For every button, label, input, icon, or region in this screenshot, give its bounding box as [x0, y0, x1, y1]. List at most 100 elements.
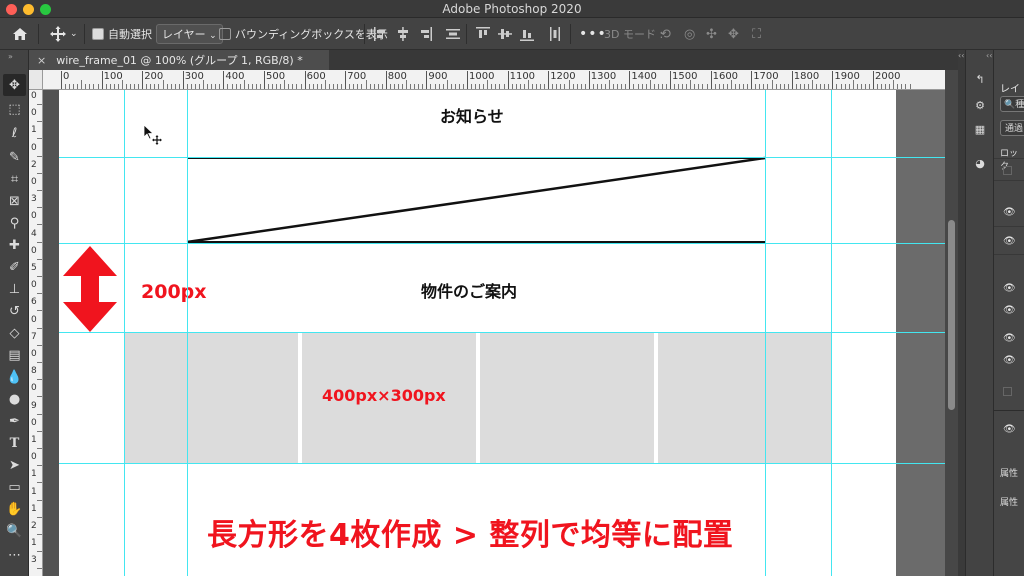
guide-horizontal[interactable] [59, 157, 945, 158]
ruler-minor-tick [690, 80, 692, 89]
card-placeholder-4[interactable] [658, 333, 832, 463]
document-tab[interactable]: × wire_frame_01 @ 100% (グループ 1, RGB/8) * [29, 50, 329, 70]
align-top-edges-icon[interactable] [476, 27, 490, 41]
distribute-vertical-icon[interactable] [446, 27, 460, 41]
ruler-label: 1600 [712, 71, 739, 82]
frame-tool-icon[interactable]: ⊠ [3, 190, 26, 212]
distribute-horizontal-icon[interactable] [548, 27, 562, 41]
layer-filter-search[interactable]: 🔍種 [1000, 96, 1024, 112]
more-options-icon[interactable]: ••• [579, 18, 607, 50]
align-bottom-edges-icon[interactable] [520, 27, 534, 41]
auto-select-checkbox[interactable]: 自動選択 : [92, 18, 159, 50]
close-tab-icon[interactable]: × [37, 54, 46, 67]
ruler-minor-tick [584, 84, 586, 89]
ruler-major-tick [223, 71, 225, 89]
ruler-minor-tick [138, 84, 140, 89]
checkbox-icon[interactable] [219, 28, 231, 40]
layers-tab[interactable]: レイ [1000, 80, 1020, 95]
actions-panel-icon[interactable]: ◕ [970, 154, 990, 172]
vertical-ruler[interactable]: 0 0 1 0 2 0 3 0 4 0 5 0 6 0 7 0 8 0 9 0 1 0 1 1 1 2 1 3 [29, 90, 43, 576]
eye-icon[interactable]: 👁 [1003, 355, 1016, 366]
ruler-minor-tick [37, 430, 42, 432]
3d-roll-icon[interactable]: ◎ [684, 18, 695, 50]
ruler-minor-tick [37, 104, 42, 105]
brush-tool-icon[interactable]: ✐ [3, 256, 26, 278]
checkbox-checked-icon[interactable] [92, 28, 104, 40]
card-placeholder-3[interactable] [480, 333, 654, 463]
chevron-down-icon[interactable]: ⌄ [70, 29, 78, 39]
ruler-origin[interactable] [29, 70, 43, 90]
ruler-label: 1500 [672, 71, 698, 82]
align-right-edges-icon[interactable] [418, 27, 432, 41]
gradient-tool-icon[interactable]: ▤ [3, 344, 26, 366]
ruler-minor-tick [763, 84, 765, 89]
history-brush-tool-icon[interactable]: ↺ [3, 300, 26, 322]
blend-mode-dropdown[interactable]: 通過 [1000, 120, 1024, 136]
horizontal-ruler[interactable]: 0 100 200 300 400 500 600 700 800 900 1000 1100 1200… [43, 70, 945, 90]
crop-tool-icon[interactable]: ⌗ [3, 168, 26, 190]
marquee-tool-icon[interactable]: ⬚ [3, 98, 26, 120]
rectangle-tool-icon[interactable]: ▭ [3, 476, 26, 498]
align-left-edges-icon[interactable] [374, 27, 388, 41]
search-icon: 🔍 [1004, 100, 1016, 110]
guide-vertical[interactable] [124, 90, 125, 576]
ruler-label: 1 [31, 125, 37, 136]
guide-horizontal[interactable] [59, 243, 945, 244]
path-selection-tool-icon[interactable]: ➤ [3, 454, 26, 476]
panel-divider[interactable]: ‹‹ [958, 50, 965, 576]
3d-orbit-icon[interactable]: ⟲ [660, 18, 671, 50]
scrollbar-thumb[interactable] [948, 220, 955, 410]
hand-tool-icon[interactable]: ✋ [3, 498, 26, 520]
move-tool-icon[interactable]: ✥ [3, 74, 26, 96]
eye-icon[interactable]: 👁 [1003, 283, 1016, 294]
guide-horizontal[interactable] [59, 463, 945, 464]
collapse-panels-icon[interactable]: ‹‹ [958, 51, 964, 60]
visibility-off-icon[interactable] [1003, 387, 1012, 396]
vertical-scrollbar[interactable] [945, 70, 958, 576]
guide-horizontal[interactable] [59, 332, 945, 333]
history-panel-icon[interactable]: ↰ [970, 70, 990, 88]
swatches-panel-icon[interactable]: ▦ [970, 120, 990, 138]
home-icon[interactable] [12, 18, 28, 50]
align-horizontal-centers-icon[interactable] [396, 27, 410, 41]
ruler-minor-tick [877, 84, 879, 89]
zoom-tool-icon[interactable]: 🔍 [3, 520, 26, 542]
document-canvas[interactable]: お知らせ 200px 物件のご案内 400px×300px 長方形を4枚作成 >… [59, 90, 896, 576]
ruler-label: 0 [31, 211, 37, 222]
expand-panels-icon[interactable]: ‹‹ [986, 51, 992, 60]
clone-stamp-tool-icon[interactable]: ⊥ [3, 278, 26, 300]
visibility-off-icon[interactable] [1003, 166, 1012, 175]
eye-icon[interactable]: 👁 [1003, 207, 1016, 218]
eraser-tool-icon[interactable]: ◇ [3, 322, 26, 344]
3d-slide-icon[interactable]: ✥ [728, 18, 739, 50]
eyedropper-tool-icon[interactable]: ⚲ [3, 212, 26, 234]
blur-tool-icon[interactable]: 💧 [3, 366, 26, 388]
healing-brush-tool-icon[interactable]: ✚ [3, 234, 26, 256]
ruler-minor-tick [706, 84, 708, 89]
ruler-label: 0 [31, 177, 37, 187]
quick-select-tool-icon[interactable]: ✎ [3, 146, 26, 168]
guide-vertical[interactable] [187, 90, 188, 576]
color-panel-icon[interactable]: ⚙ [970, 96, 990, 114]
ruler-minor-tick [357, 84, 359, 89]
more-tools-icon[interactable]: ⋯ [3, 544, 26, 566]
auto-select-target-dropdown[interactable]: レイヤー ⌄ [156, 18, 223, 50]
collapse-toolbar-icon[interactable]: » [8, 52, 13, 61]
eye-icon[interactable]: 👁 [1003, 333, 1016, 344]
guide-vertical[interactable] [831, 90, 832, 576]
eye-icon[interactable]: 👁 [1003, 236, 1016, 247]
align-vertical-centers-icon[interactable] [498, 27, 512, 41]
lasso-tool-icon[interactable]: ℓ [3, 122, 26, 144]
type-tool-icon[interactable]: T [3, 432, 26, 454]
show-transform-checkbox[interactable]: バウンディングボックスを表示 [219, 18, 388, 50]
ruler-minor-tick [864, 84, 866, 89]
eye-icon[interactable]: 👁 [1003, 305, 1016, 316]
3d-scale-icon[interactable]: ⛶ [752, 18, 761, 50]
move-tool-icon[interactable]: ⌄ [50, 18, 78, 50]
guide-vertical[interactable] [765, 90, 766, 576]
pen-tool-icon[interactable]: ✒ [3, 410, 26, 432]
dodge-tool-icon[interactable]: ● [3, 388, 26, 410]
card-placeholder-1[interactable] [124, 333, 298, 463]
eye-icon[interactable]: 👁 [1003, 424, 1016, 435]
3d-pan-icon[interactable]: ✣ [706, 18, 717, 50]
